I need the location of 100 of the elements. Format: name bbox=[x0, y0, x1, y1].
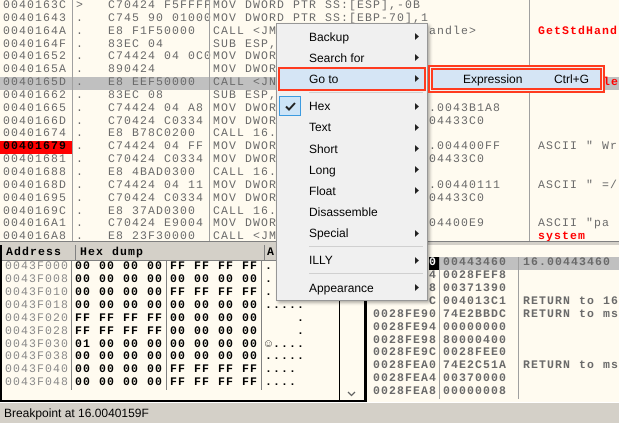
hex-cell-text: E8 23F30000 bbox=[107, 231, 198, 242]
jump-marker: . bbox=[75, 206, 86, 218]
hex-cell-text: 83EC 08 bbox=[107, 90, 166, 103]
value-cell: 00371390 bbox=[440, 282, 519, 296]
instruction-text: MOV DWOR bbox=[213, 64, 278, 77]
instruction-text: MOV DWOR bbox=[213, 218, 278, 231]
hex-cell-text: E8 B78C0200 bbox=[107, 128, 198, 141]
address-cell: 0043F018 bbox=[2, 300, 72, 313]
jump-marker: . bbox=[75, 231, 86, 242]
status-bar: Breakpoint at 16.0040159F bbox=[0, 402, 619, 423]
value-cell: 00443460 bbox=[440, 257, 519, 270]
address-cell: 0043F028 bbox=[2, 326, 72, 339]
address-cell: 0043F030 bbox=[2, 338, 72, 352]
ascii-cell-text: ..... bbox=[264, 351, 306, 364]
comment-text: GetStdHand bbox=[538, 26, 618, 39]
instruction-text: MOV DWOR bbox=[213, 180, 278, 193]
address-cell: 0040166D bbox=[0, 116, 73, 128]
ascii-cell-text: . bbox=[296, 326, 306, 339]
value-cell: 00370000 bbox=[440, 373, 519, 386]
address-cell: 00401665 bbox=[0, 102, 73, 116]
hex-cell: 00 00 00 00 bbox=[72, 351, 167, 364]
hex-cell-text: E8 37AD0300 bbox=[107, 206, 198, 218]
instruction-text: MOV DWOR bbox=[213, 192, 278, 206]
jump-marker: . bbox=[75, 77, 86, 90]
instruction-text: SUB ESP, bbox=[213, 90, 278, 103]
hex-cell-text: E8 EEF50000 bbox=[107, 77, 198, 90]
ascii-cell-text: ☺.... bbox=[264, 338, 306, 352]
value-cell: 74E2BBDC bbox=[440, 308, 519, 322]
instruction-text: MOV DWOR bbox=[213, 51, 278, 64]
hex-cell: 00 00 00 00 bbox=[72, 300, 167, 313]
comment-text: RETURN to ms bbox=[522, 359, 619, 372]
ascii-cell-text: . bbox=[264, 261, 274, 274]
value-cell: 80000400 bbox=[440, 334, 519, 348]
instruction-text: MOV DWOR bbox=[213, 141, 278, 154]
jump-marker: > bbox=[75, 0, 86, 13]
ascii-cell-text: . bbox=[296, 312, 306, 326]
address-cell: 0040165D bbox=[0, 77, 73, 90]
ascii-cell-text: ..... bbox=[264, 300, 306, 313]
value-cell: 004013C1 bbox=[440, 296, 519, 309]
address-cell: 0040169C bbox=[0, 206, 73, 218]
hex-cell-text: E8 4BAD0300 bbox=[107, 166, 198, 180]
hex-cell: 00 00 00 00 bbox=[167, 351, 262, 364]
jump-marker: . bbox=[75, 102, 86, 116]
ascii-cell-text: .... bbox=[264, 364, 298, 378]
hex-cell: 00 00 00 00 bbox=[167, 300, 262, 313]
jump-marker: . bbox=[75, 116, 86, 128]
instruction-text: 04400E9 bbox=[429, 218, 486, 232]
hex-cell-text: 83EC 04 bbox=[107, 38, 166, 51]
hex-cell-text: C70424 C0334 bbox=[107, 192, 206, 206]
jump-marker: . bbox=[75, 218, 86, 232]
hex-cell-text: C74424 04 A8 bbox=[107, 102, 206, 116]
jump-marker: . bbox=[75, 12, 86, 26]
comment-text: ASCII "pa bbox=[538, 218, 610, 231]
instruction-text: .004400FF bbox=[429, 141, 502, 154]
hex-cell-text: C74424 04 11 bbox=[107, 180, 206, 193]
instruction-text: 04433C0 bbox=[429, 192, 486, 206]
hex-cell: 01 00 00 00 bbox=[72, 338, 167, 352]
ascii-cell-text: . bbox=[264, 286, 274, 300]
instruction-text: CALL 16. bbox=[213, 206, 278, 218]
hex-cell: FF FF FF FF bbox=[72, 326, 167, 339]
address-cell: 00401679 bbox=[0, 141, 73, 154]
jump-marker: . bbox=[75, 64, 86, 78]
instruction-text: CALL <JN bbox=[213, 77, 278, 90]
jump-marker: . bbox=[75, 166, 86, 180]
address-cell: 0040164F bbox=[0, 38, 73, 52]
address-cell: 0043F048 bbox=[2, 377, 72, 390]
value-cell: 74E2C51A bbox=[440, 360, 519, 374]
hex-cell: 00 00 00 00 bbox=[167, 326, 262, 339]
jump-marker: . bbox=[75, 38, 86, 52]
address-cell: 0028FEA0 bbox=[366, 360, 440, 374]
instruction-text: MOV DWOR bbox=[213, 154, 278, 167]
comment-text: le bbox=[602, 77, 619, 90]
hex-cell-text: 890424 bbox=[107, 64, 158, 77]
comment-text: ASCII " Wr bbox=[538, 141, 618, 154]
hex-cell: 00 00 00 00 bbox=[72, 274, 167, 287]
hex-cell: 00 00 00 00 bbox=[72, 377, 167, 390]
address-cell: 004016A1 bbox=[0, 218, 73, 232]
hex-cell-text: C74424 04 FF bbox=[107, 141, 206, 154]
value-cell: 0028FEF8 bbox=[440, 270, 519, 283]
instruction-text: MOV DWOR bbox=[213, 102, 278, 116]
instruction-text: MOV DWORD PTR SS:[EBP-70],1 bbox=[213, 12, 430, 26]
address-cell: 0043F008 bbox=[2, 274, 72, 287]
hex-cell: 00 00 00 00 bbox=[167, 274, 262, 287]
hex-cell: 00 00 00 00 bbox=[72, 261, 167, 274]
instruction-text: MOV DWOR bbox=[213, 116, 278, 128]
instruction-text: CALL 16. bbox=[213, 166, 278, 180]
hex-cell: FF FF FF FF bbox=[167, 261, 262, 274]
value-cell: 00000008 bbox=[440, 386, 519, 399]
address-cell: 0043F020 bbox=[2, 312, 72, 326]
hex-cell-text: E8 F1F50000 bbox=[107, 26, 198, 39]
address-cell: 0028FE90 bbox=[366, 308, 440, 322]
hex-cell: 00 00 00 00 bbox=[72, 364, 167, 378]
instruction-text: 04433C0 bbox=[429, 154, 486, 167]
address-cell: 0040164A bbox=[0, 26, 73, 39]
jump-marker: . bbox=[75, 192, 86, 206]
comment-text: RETURN to 16 bbox=[522, 294, 619, 308]
address-cell: 004016A8 bbox=[0, 231, 73, 242]
address-cell: 00401688 bbox=[0, 166, 73, 180]
address-cell: 0 bbox=[428, 257, 440, 270]
hex-cell: FF FF FF FF bbox=[72, 312, 167, 326]
